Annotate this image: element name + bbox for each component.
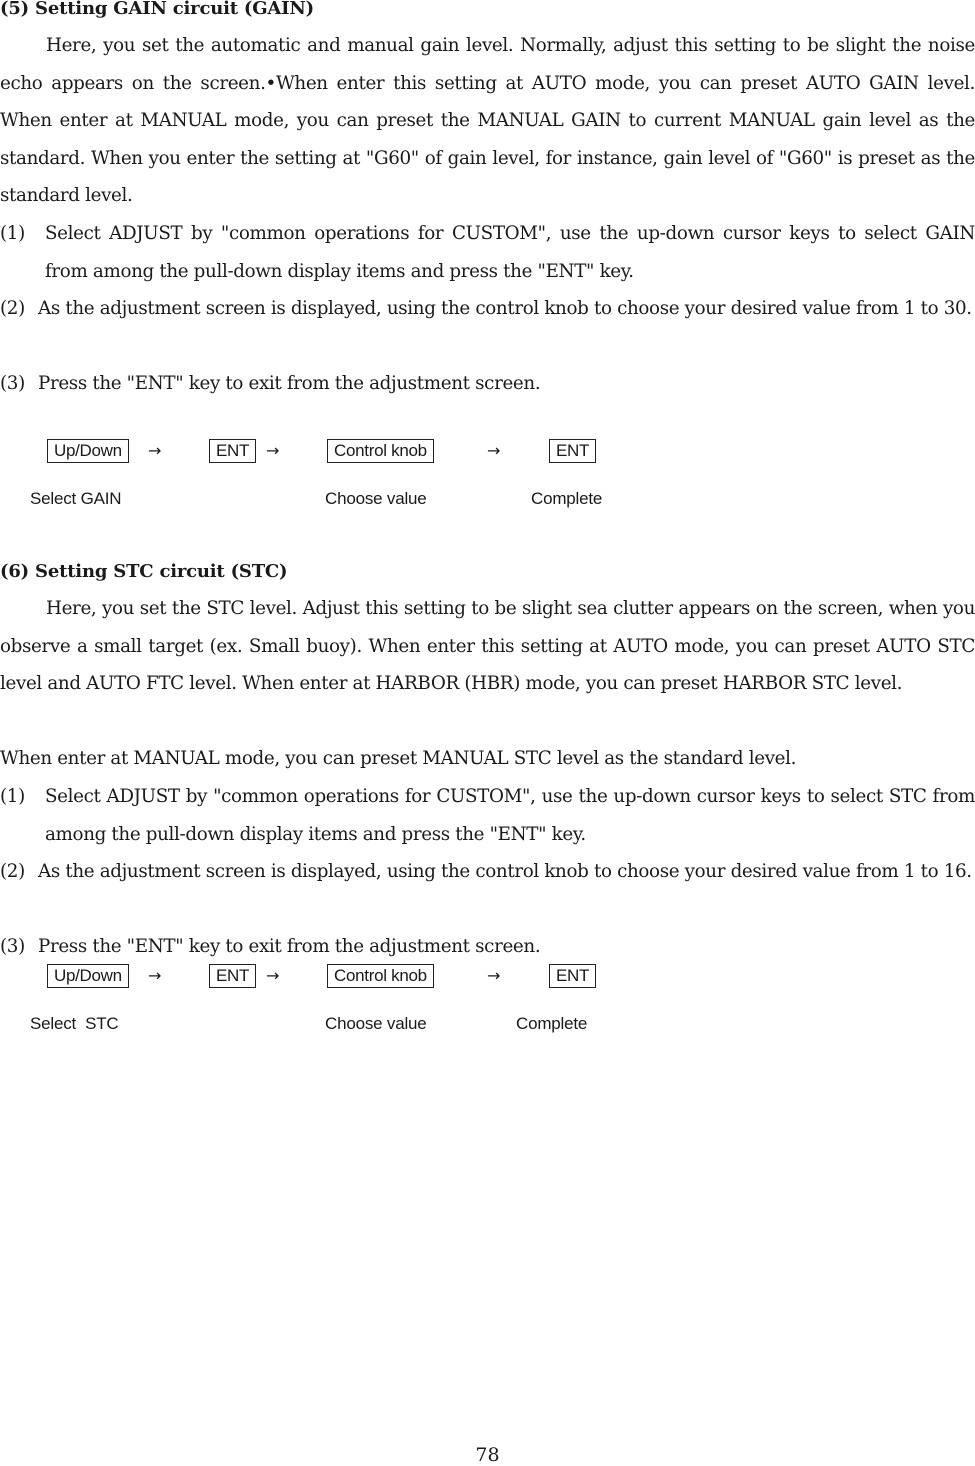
step-text: As the adjustment screen is displayed, u… [38,298,972,319]
flow-label-complete: Complete [516,1014,588,1033]
section-heading-stc: (6) Setting STC circuit (STC) [0,561,288,582]
key-ent: ENT [209,439,257,463]
arrow-icon: → [487,441,501,460]
step-1-stc: (1) Select ADJUST by "common operations … [0,778,975,853]
step-1-gain: (1) Select ADJUST by "common operations … [0,215,975,290]
section-intro-gain: Here, you set the automatic and manual g… [0,27,975,215]
manual-page: (5) Setting GAIN circuit (GAIN) Here, yo… [0,0,975,1466]
step-text: Select ADJUST by "common operations for … [45,223,975,282]
arrow-icon: → [148,966,162,985]
step-2-gain: (2) As the adjustment screen is displaye… [0,290,975,328]
step-text: As the adjustment screen is displayed, u… [38,861,972,882]
arrow-icon: → [148,441,162,460]
key-ent: ENT [549,964,597,988]
key-control-knob: Control knob [327,964,434,988]
flow-label-complete: Complete [531,489,603,508]
arrow-icon: → [266,441,280,460]
section-intro-stc: Here, you set the STC level. Adjust this… [0,590,975,703]
step-text: Press the "ENT" key to exit from the adj… [38,373,541,394]
intro-text: Here, you set the automatic and manual g… [0,35,975,206]
key-up-down: Up/Down [47,439,129,463]
step-3-stc: (3) Press the "ENT" key to exit from the… [0,928,975,966]
key-up-down: Up/Down [47,964,129,988]
step-number: (2) [0,298,25,319]
key-ent: ENT [209,964,257,988]
step-number: (1) [0,786,25,807]
step-number: (3) [0,936,25,957]
section-intro2-stc: When enter at MANUAL mode, you can prese… [0,748,797,769]
flow-label-choose: Choose value [325,1014,427,1033]
flow-label-select: Select GAIN [30,489,122,508]
flow-label-select: Select STC [30,1014,119,1033]
step-number: (1) [0,223,25,244]
step-number: (3) [0,373,25,394]
step-number: (2) [0,861,25,882]
flow-label-choose: Choose value [325,489,427,508]
section-heading-gain: (5) Setting GAIN circuit (GAIN) [0,0,314,19]
step-text: Select ADJUST by "common operations for … [45,786,975,845]
step-2-stc: (2) As the adjustment screen is displaye… [0,853,975,891]
arrow-icon: → [266,966,280,985]
arrow-icon: → [487,966,501,985]
intro-text: Here, you set the STC level. Adjust this… [0,598,975,694]
page-number: 78 [475,1444,500,1466]
step-3-gain: (3) Press the "ENT" key to exit from the… [0,365,975,403]
key-control-knob: Control knob [327,439,434,463]
step-text: Press the "ENT" key to exit from the adj… [38,936,541,957]
key-ent: ENT [549,439,597,463]
